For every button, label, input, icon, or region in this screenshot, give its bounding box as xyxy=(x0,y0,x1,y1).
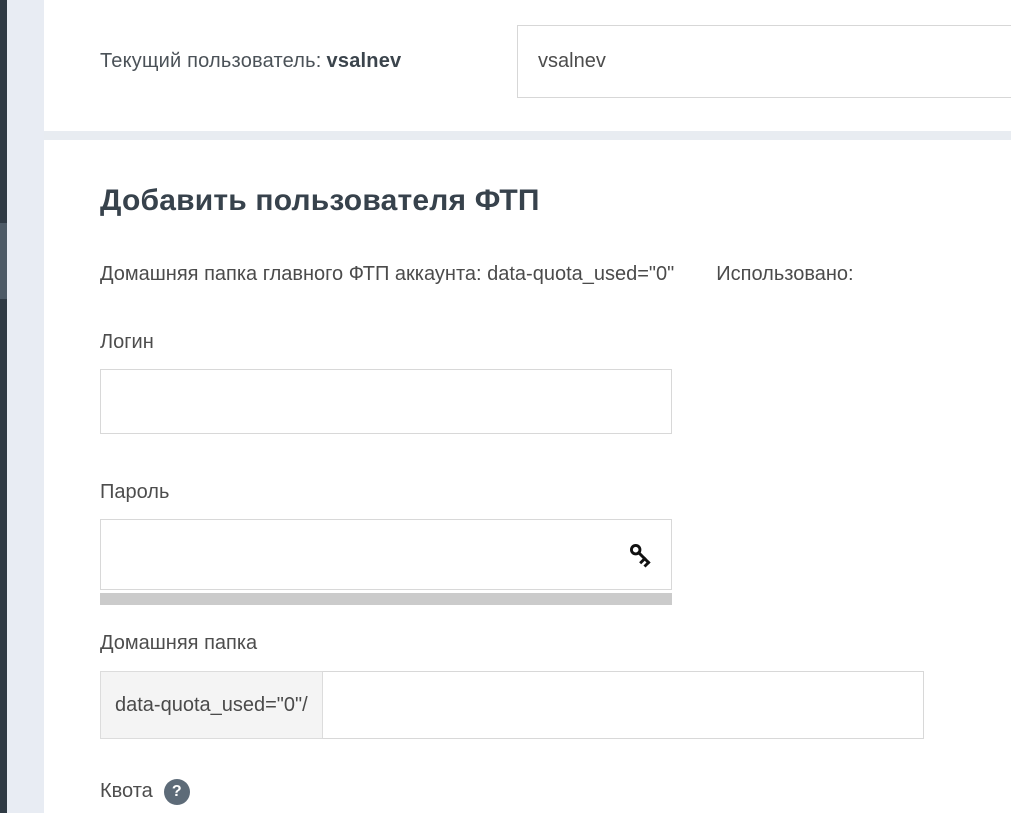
page-title: Добавить пользователя ФТП xyxy=(100,184,1011,218)
info-path: data-quota_used="0" xyxy=(487,263,674,285)
current-user-value: vsalnev xyxy=(327,50,402,72)
home-folder-input-group: data-quota_used="0"/ xyxy=(100,671,924,739)
password-input[interactable] xyxy=(100,519,672,590)
login-field-block: Логин xyxy=(100,331,1011,434)
password-field-block: Пароль xyxy=(100,481,1011,605)
main-content: Текущий пользователь:vsalnev Добавить по… xyxy=(44,0,1011,813)
login-label: Логин xyxy=(100,331,1011,354)
home-folder-info: Домашняя папка главного ФТП аккаунта: da… xyxy=(100,263,1011,286)
password-label: Пароль xyxy=(100,481,1011,504)
header-row: Текущий пользователь:vsalnev xyxy=(44,0,1011,131)
page: Текущий пользователь:vsalnev Добавить по… xyxy=(0,0,1011,813)
sidebar-scrollbar-rail xyxy=(0,0,7,813)
scrollbar-thumb[interactable] xyxy=(0,223,7,299)
home-folder-input[interactable] xyxy=(322,671,924,739)
home-folder-field-block: Домашняя папка data-quota_used="0"/ xyxy=(100,632,1011,739)
current-user-text: Текущий пользователь:vsalnev xyxy=(100,50,401,73)
generate-password-button[interactable] xyxy=(624,538,658,572)
current-user-label: Текущий пользователь: xyxy=(100,50,322,72)
question-circle-icon[interactable]: ? xyxy=(164,779,190,805)
add-ftp-user-form: Добавить пользователя ФТП Домашняя папка… xyxy=(44,140,1011,803)
info-prefix: Домашняя папка главного ФТП аккаунта: xyxy=(100,263,482,285)
quota-field-block: Квота ? xyxy=(100,777,1011,805)
current-user-input[interactable] xyxy=(517,25,1011,98)
password-input-wrap xyxy=(100,519,672,590)
quota-label: Квота xyxy=(100,780,153,803)
login-input[interactable] xyxy=(100,369,672,434)
info-used-label: Использовано: xyxy=(716,263,853,285)
home-folder-prefix: data-quota_used="0"/ xyxy=(100,671,322,739)
home-folder-label: Домашняя папка xyxy=(100,632,1011,655)
section-divider xyxy=(44,131,1011,140)
left-gutter xyxy=(7,0,44,813)
key-icon xyxy=(626,540,656,570)
password-strength-bar xyxy=(100,593,672,605)
